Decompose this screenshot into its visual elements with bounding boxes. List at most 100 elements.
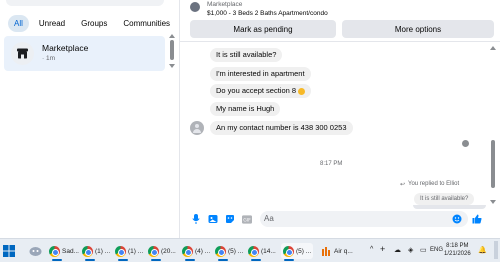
running-indicator bbox=[185, 259, 195, 261]
thumbs-up-icon[interactable] bbox=[472, 214, 482, 224]
chat-scrollbar-thumb[interactable] bbox=[491, 140, 495, 188]
message-text: Do you accept section 8 bbox=[216, 86, 297, 95]
sticker-icon[interactable] bbox=[225, 214, 235, 224]
photo-icon[interactable] bbox=[208, 214, 218, 224]
message-text: An my contact number is 438 300 0253 bbox=[216, 123, 347, 132]
chat-scroll-up-arrow[interactable] bbox=[490, 46, 496, 50]
copilot-icon[interactable] bbox=[29, 243, 42, 259]
chat-scroll-down-arrow[interactable] bbox=[490, 200, 496, 204]
taskbar-label: (5) ... bbox=[296, 247, 312, 255]
scroll-down-arrow[interactable] bbox=[169, 64, 175, 68]
conversation-time: · 1m bbox=[42, 55, 55, 62]
chrome-icon bbox=[248, 245, 259, 257]
scrollbar-thumb[interactable] bbox=[170, 40, 174, 60]
marketplace-icon bbox=[11, 42, 34, 65]
more-options-button[interactable]: More options bbox=[342, 20, 494, 38]
taskbar-label: Air q... bbox=[334, 247, 353, 255]
message-bubble[interactable]: Do you accept section 8 bbox=[210, 84, 312, 98]
microphone-icon[interactable] bbox=[191, 214, 201, 224]
mark-pending-button[interactable]: Mark as pending bbox=[190, 20, 336, 38]
message-bubble[interactable]: I'm interested in apartment bbox=[210, 67, 311, 81]
running-indicator bbox=[284, 259, 294, 261]
running-indicator bbox=[85, 259, 95, 261]
chrome-icon bbox=[115, 245, 126, 257]
chrome-icon bbox=[148, 245, 159, 257]
message-input[interactable] bbox=[260, 211, 468, 227]
filter-all[interactable]: All bbox=[8, 14, 29, 32]
message-composer: GIF bbox=[180, 210, 500, 230]
show-desktop-button[interactable] bbox=[494, 241, 498, 259]
chrome-icon bbox=[182, 245, 193, 257]
taskbar-label: (4) ... bbox=[195, 247, 211, 255]
svg-text:GIF: GIF bbox=[243, 217, 251, 223]
windows-taskbar: Sad... (1) ... (1) ... (20... (4) ... (5… bbox=[0, 238, 500, 262]
conversation-item-marketplace[interactable]: Marketplace · 1m bbox=[4, 36, 165, 71]
taskbar-air-quality[interactable]: Air q... bbox=[322, 243, 353, 259]
taskbar-chrome-window[interactable]: (1) ... bbox=[82, 243, 111, 261]
message-text: I'm interested in apartment bbox=[216, 69, 305, 78]
air-quality-icon bbox=[322, 247, 330, 256]
filter-groups[interactable]: Groups bbox=[75, 15, 113, 32]
scroll-up-arrow[interactable] bbox=[169, 34, 175, 38]
taskbar-label: Sad... bbox=[62, 247, 79, 255]
running-indicator bbox=[251, 259, 261, 261]
sender-avatar[interactable] bbox=[190, 121, 204, 135]
running-indicator bbox=[218, 259, 228, 261]
taskbar-chrome-window-active[interactable]: (5) ... bbox=[281, 243, 314, 261]
taskbar-chrome-window[interactable]: (20... bbox=[148, 243, 176, 261]
taskbar-label: (20... bbox=[161, 247, 176, 255]
message-text: It is still available? bbox=[216, 50, 277, 59]
listing-avatar bbox=[190, 2, 200, 12]
shield-icon[interactable]: ◈ bbox=[408, 246, 413, 254]
chrome-icon bbox=[283, 245, 294, 257]
message-bubble[interactable]: It is still available? bbox=[210, 48, 283, 62]
clock-time: 8:18 PM bbox=[446, 243, 469, 249]
quoted-message[interactable]: It is still available? bbox=[414, 193, 475, 205]
gif-icon[interactable]: GIF bbox=[242, 214, 252, 224]
header-subtitle: Marketplace bbox=[207, 1, 243, 8]
conversation-list-pane: All Unread Groups Communities Marketplac… bbox=[0, 0, 175, 238]
message-bubble[interactable]: My name is Hugh bbox=[210, 102, 281, 116]
chevron-up-icon[interactable]: ^ bbox=[370, 246, 373, 253]
message-bubble[interactable]: An my contact number is 438 300 0253 bbox=[210, 121, 353, 135]
listing-title[interactable]: $1,000 - 3 Beds 2 Baths Apartment/condo bbox=[207, 10, 328, 17]
chat-pane: Marketplace $1,000 - 3 Beds 2 Baths Apar… bbox=[180, 0, 500, 238]
notification-bell-icon[interactable]: 🔔 bbox=[478, 246, 487, 254]
chrome-icon bbox=[49, 245, 60, 257]
filter-communities[interactable]: Communities bbox=[117, 15, 176, 32]
taskbar-label: (5) ... bbox=[228, 247, 244, 255]
taskbar-label: (14... bbox=[261, 247, 276, 255]
chrome-icon bbox=[215, 245, 226, 257]
cloud-icon[interactable]: ☁ bbox=[394, 246, 401, 254]
message-timestamp: 8:17 PM bbox=[320, 161, 343, 167]
chrome-icon bbox=[82, 245, 93, 257]
reply-bubble-edge bbox=[413, 205, 486, 209]
conversation-title: Marketplace bbox=[42, 43, 89, 53]
taskbar-label: (1) ... bbox=[95, 247, 111, 255]
taskbar-chrome-window[interactable]: (1) ... bbox=[115, 243, 144, 261]
plus-icon[interactable]: + bbox=[380, 244, 385, 254]
message-text: My name is Hugh bbox=[216, 104, 275, 113]
replied-label: You replied to Elliot bbox=[408, 181, 460, 187]
running-indicator bbox=[118, 259, 128, 261]
running-indicator bbox=[52, 259, 62, 261]
start-button[interactable] bbox=[3, 243, 15, 259]
smiley-emoji-icon bbox=[298, 87, 306, 95]
taskbar-chrome-window[interactable]: (4) ... bbox=[182, 243, 211, 261]
language-indicator[interactable]: ENG bbox=[430, 247, 443, 253]
reply-icon: ↩ bbox=[400, 182, 406, 188]
seen-avatar-icon bbox=[462, 140, 469, 147]
running-indicator bbox=[151, 259, 161, 261]
system-clock[interactable]: 8:18 PM 1/21/2026 bbox=[444, 242, 471, 258]
clock-date: 1/21/2026 bbox=[444, 251, 471, 257]
input-indicator-icon[interactable]: ▭ bbox=[420, 246, 427, 254]
taskbar-chrome-window[interactable]: (5) ... bbox=[215, 243, 244, 261]
taskbar-chrome-window[interactable]: Sad... bbox=[49, 243, 79, 261]
filter-unread[interactable]: Unread bbox=[33, 15, 71, 32]
taskbar-label: (1) ... bbox=[128, 247, 144, 255]
filter-chips: All Unread Groups Communities bbox=[8, 14, 176, 32]
left-topbar bbox=[6, 0, 164, 6]
emoji-icon[interactable] bbox=[452, 214, 462, 224]
taskbar-chrome-window[interactable]: (14... bbox=[248, 243, 276, 261]
header-divider bbox=[180, 41, 500, 42]
